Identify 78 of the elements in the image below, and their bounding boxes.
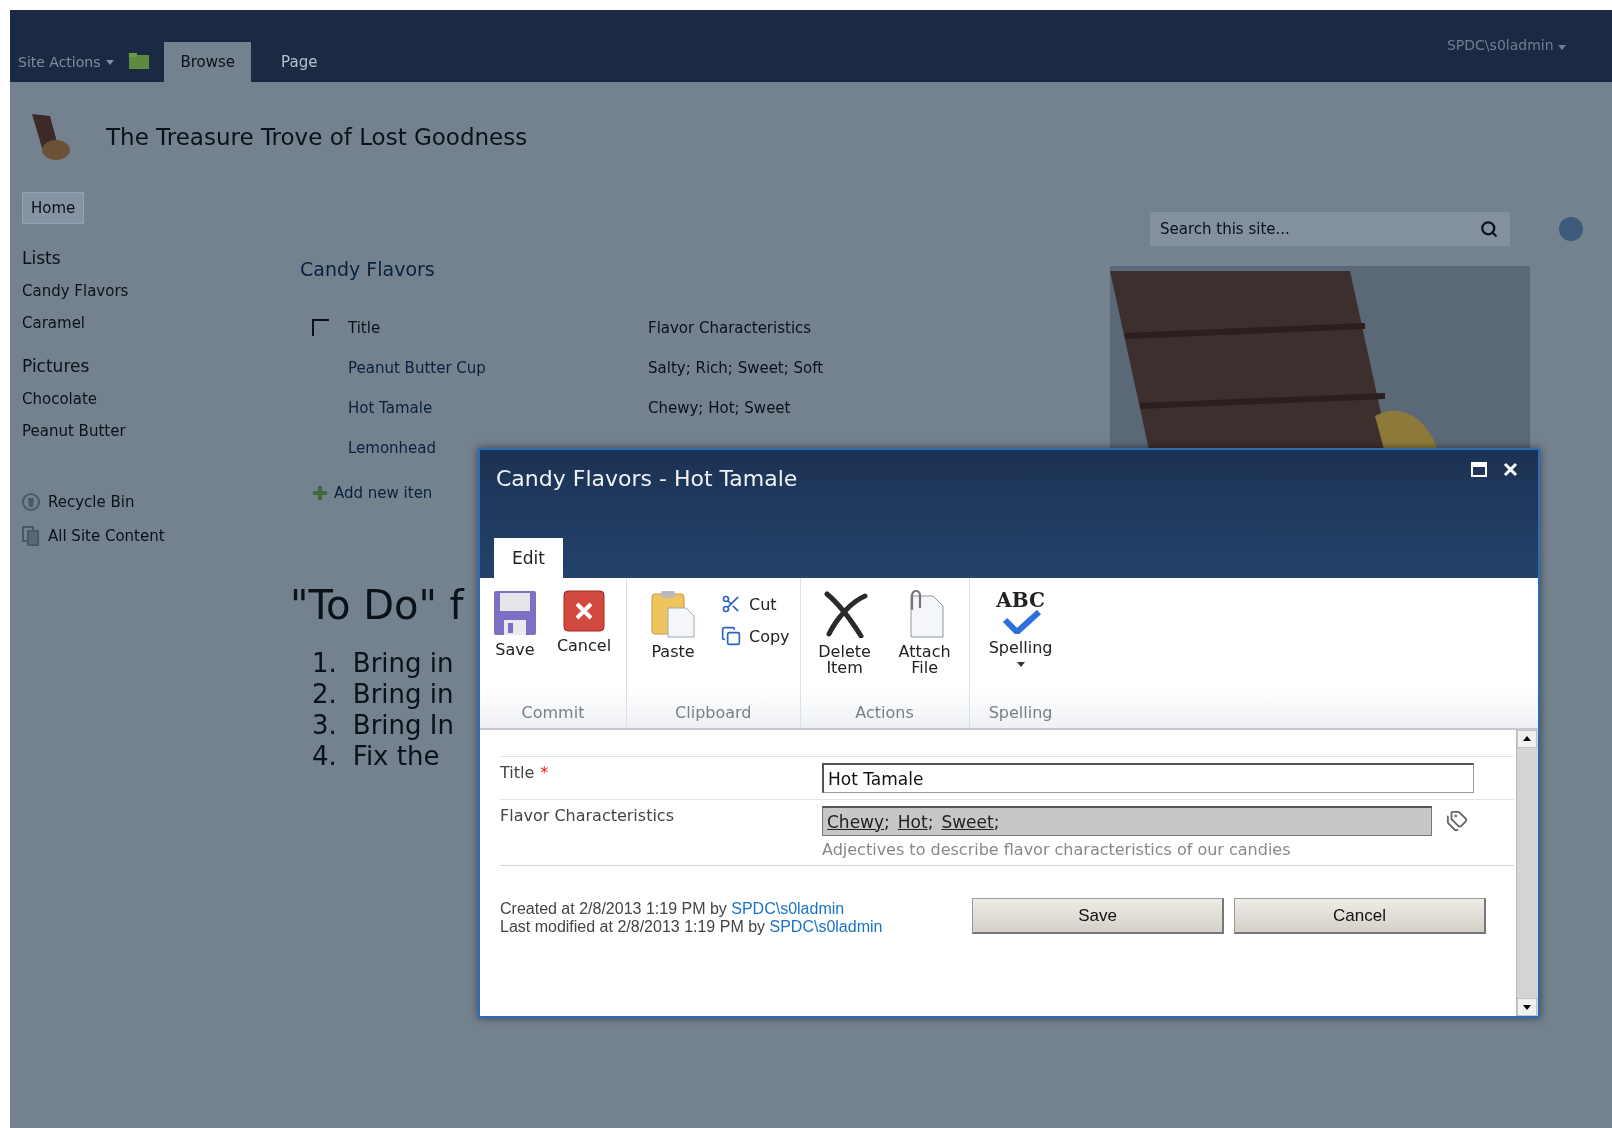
user-link[interactable]: SPDC\s0ladmin <box>731 900 845 917</box>
list-item-text: Bring In <box>352 710 454 741</box>
clipboard-icon <box>650 590 696 638</box>
folder-icon[interactable] <box>128 52 151 70</box>
scroll-down-icon[interactable] <box>1517 998 1537 1016</box>
audit-text: Last modified at 2/8/2013 1:19 PM by SPDC\s0ladmin <box>500 918 884 936</box>
list-item-text: Bring in <box>352 679 454 710</box>
recycle-bin-link[interactable]: Recycle Bin <box>22 492 280 512</box>
nav-heading[interactable]: Pictures <box>22 356 280 376</box>
ribbon-button[interactable]: Paste <box>633 586 713 703</box>
ribbon-button[interactable]: Save <box>486 586 544 703</box>
ribbon-button[interactable]: ABC Spelling <box>975 586 1066 703</box>
site-title: The Treasure Trove of Lost Goodness <box>106 124 528 150</box>
ribbon-button[interactable]: Copy <box>717 624 794 648</box>
cancel-icon <box>563 590 605 632</box>
tags-icon[interactable] <box>1446 810 1468 832</box>
field-description: Adjectives to describe flavor characteristics of our candies <box>822 840 1292 859</box>
dialog-title: Candy Flavors - Hot Tamale <box>495 465 798 491</box>
required-mark: * <box>540 763 549 782</box>
ribbon-tab[interactable]: Edit <box>494 538 563 578</box>
list-number: 2. <box>312 679 337 710</box>
maximize-icon[interactable] <box>1471 462 1487 477</box>
list-title[interactable]: Candy Flavors <box>300 258 1110 280</box>
nav-link[interactable]: Chocolate <box>22 390 280 408</box>
list-number: 3. <box>312 710 337 741</box>
cancel-button[interactable]: Cancel <box>1234 898 1486 934</box>
nav-link[interactable]: Caramel <box>22 314 280 332</box>
list-item-text: Bring in <box>352 648 454 679</box>
terms-field[interactable]: Chewy; Hot; Sweet; <box>822 806 1432 836</box>
recycle-bin-icon <box>22 492 40 512</box>
list-number: 1. <box>312 648 337 679</box>
home-link[interactable]: Home <box>22 192 85 224</box>
column-header[interactable]: Flavor Characteristics <box>648 319 1110 337</box>
ribbon-tab[interactable]: Browse <box>164 42 252 82</box>
add-item-link[interactable]: Add new iten <box>312 484 433 502</box>
column-header[interactable]: Title <box>348 319 648 337</box>
nav-link[interactable]: Peanut Butter <box>22 422 280 440</box>
scroll-up-icon[interactable] <box>1517 730 1537 748</box>
save-button[interactable]: Save <box>972 898 1224 934</box>
nav-link[interactable]: Candy Flavors <box>22 282 280 300</box>
caret-icon <box>1558 45 1566 50</box>
close-icon[interactable] <box>1503 462 1518 477</box>
ribbon-button[interactable]: Cancel <box>548 586 620 703</box>
table-cell-text: Chewy; Hot; Sweet <box>648 399 792 417</box>
group-label: Spelling <box>987 703 1054 724</box>
item-title-link[interactable]: Hot Tamale <box>348 399 648 417</box>
nav-heading[interactable]: Lists <box>22 248 280 268</box>
ribbon-button[interactable]: Attach File <box>886 586 963 703</box>
table-cell-text: Salty; Rich; Sweet; Soft <box>648 359 825 377</box>
group-label: Actions <box>854 703 915 724</box>
list-item-text: Fix the <box>352 741 440 772</box>
search-field[interactable]: Search this site... <box>1150 212 1510 246</box>
audit-text: Created at 2/8/2013 1:19 PM by SPDC\s0ladmin <box>500 900 846 918</box>
site-actions-menu[interactable]: Site Actions <box>18 54 115 82</box>
title-field[interactable]: Hot Tamale <box>822 763 1474 793</box>
scrollbar[interactable] <box>1516 730 1538 1016</box>
pages-icon <box>22 526 40 546</box>
field-label: Title <box>500 762 535 782</box>
ribbon-button[interactable]: Delete Item <box>806 586 883 703</box>
caret-icon <box>106 59 115 65</box>
item-title-link[interactable]: Peanut Butter Cup <box>348 359 648 377</box>
field-label: Flavor Characteristics <box>500 805 674 825</box>
plus-icon <box>312 485 328 501</box>
scissors-icon <box>721 594 741 614</box>
ribbon-tab[interactable]: Page <box>265 42 334 82</box>
group-label: Commit <box>520 703 586 724</box>
user-link[interactable]: SPDC\s0ladmin <box>769 918 883 935</box>
site-content-link[interactable]: All Site Content <box>22 526 280 546</box>
select-all-checkbox[interactable] <box>312 319 330 337</box>
check-mark-icon <box>1000 610 1041 634</box>
section-heading: "To Do" f <box>290 582 464 628</box>
group-label: Clipboard <box>674 703 753 724</box>
copy-icon <box>721 626 741 646</box>
user-menu[interactable]: SPDC\s0ladmin <box>1441 36 1572 54</box>
spelling-glyph: ABC <box>996 590 1045 610</box>
caret-icon <box>1016 662 1025 667</box>
list-number: 4. <box>312 741 337 772</box>
ribbon-button[interactable]: Cut <box>717 592 794 616</box>
